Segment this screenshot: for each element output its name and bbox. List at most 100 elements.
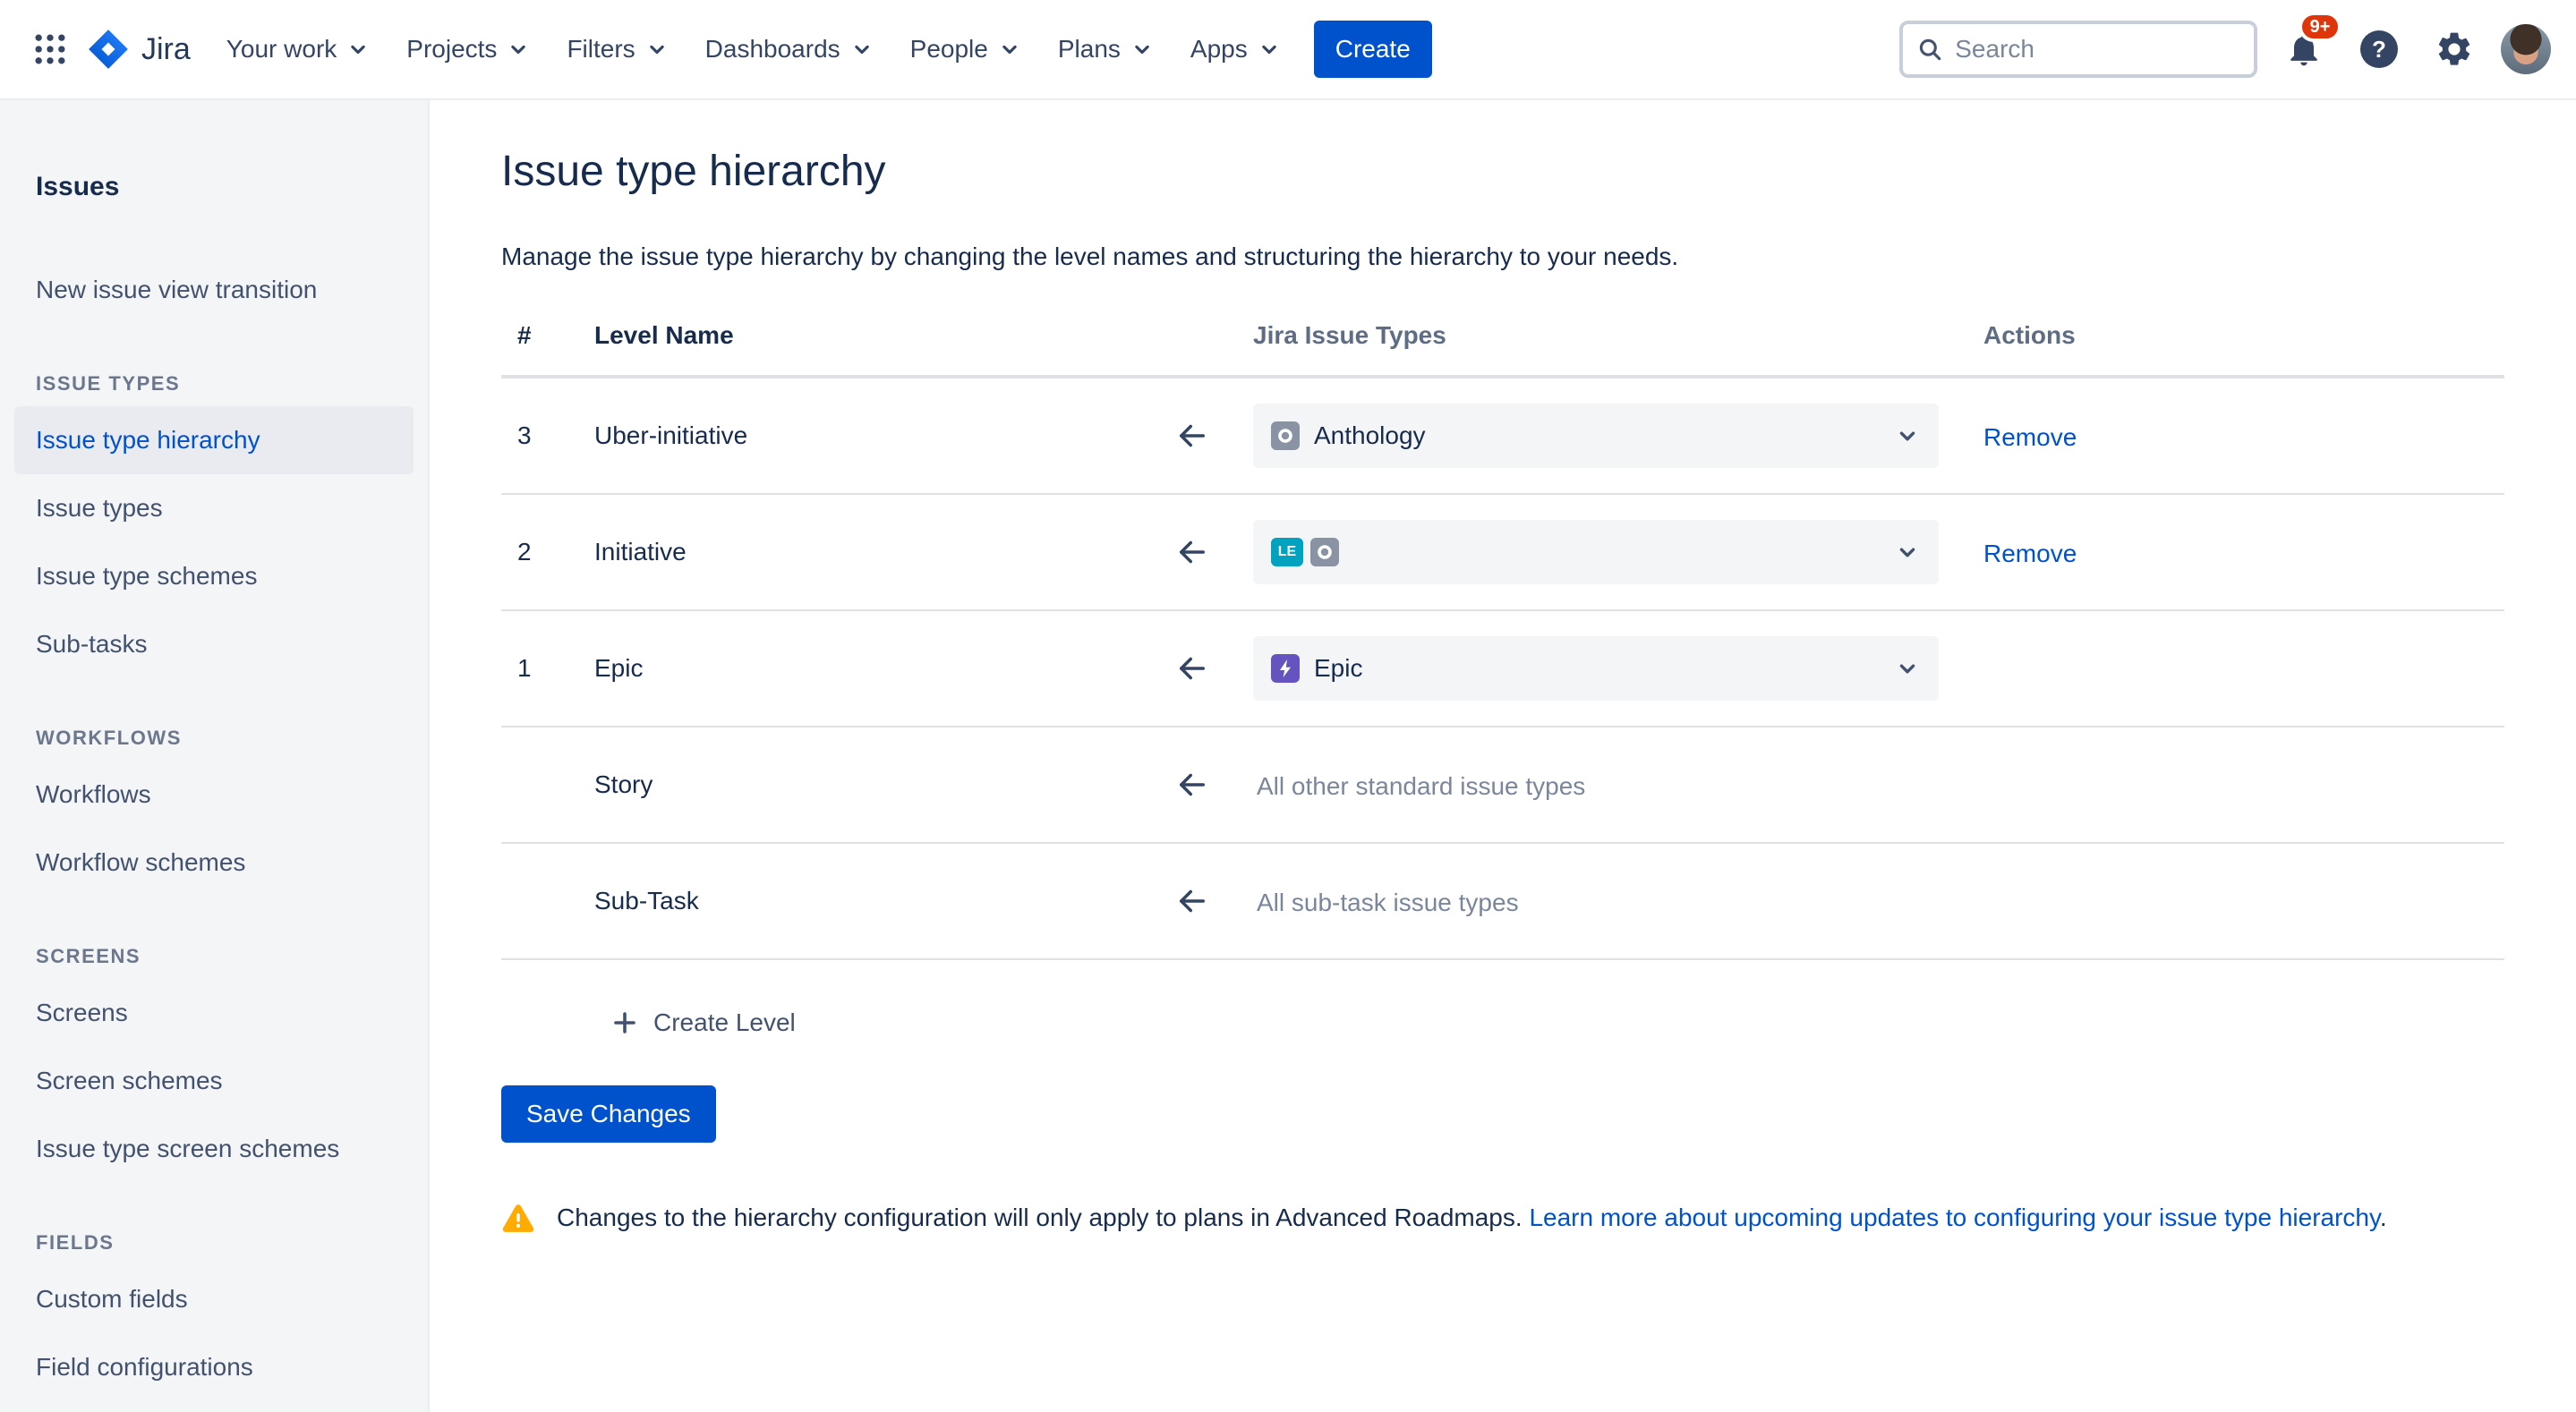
table-row: Sub-Task All sub-task issue types xyxy=(501,844,2504,960)
table-row: 2 Initiative LE Remove xyxy=(501,495,2504,611)
col-header-level-name: Level Name xyxy=(594,321,1131,350)
table-row: 1 Epic Epic xyxy=(501,611,2504,727)
page-description: Manage the issue type hierarchy by chang… xyxy=(501,242,2504,271)
sidebar-section-workflows: WORKFLOWS xyxy=(0,703,428,761)
generic-issue-type-icon xyxy=(1310,538,1339,566)
actions-cell: Remove xyxy=(1978,536,2504,569)
nav-item-your-work[interactable]: Your work xyxy=(209,24,388,74)
gear-icon xyxy=(2435,30,2474,69)
remove-button[interactable]: Remove xyxy=(1983,540,2077,567)
issue-types-static-text: All other standard issue types xyxy=(1253,772,1585,800)
jira-logo-icon xyxy=(86,27,131,72)
chevron-down-icon xyxy=(1894,655,1921,682)
arrow-cell xyxy=(1131,417,1253,455)
nav-item-label: Apps xyxy=(1190,35,1248,64)
nav-item-label: People xyxy=(910,35,988,64)
grid-icon xyxy=(30,30,70,69)
issue-types-select[interactable]: Epic xyxy=(1253,636,1939,701)
primary-nav: Your work Projects Filters Dashboards Pe… xyxy=(209,21,1432,78)
search-icon xyxy=(1917,35,1942,64)
issue-types-cell: Anthology xyxy=(1253,404,1978,468)
level-number: 1 xyxy=(501,654,594,683)
main-content: Issue type hierarchy Manage the issue ty… xyxy=(430,100,2576,1236)
sidebar-item-workflow-schemes[interactable]: Workflow schemes xyxy=(14,829,414,897)
sidebar-section-issue-types: ISSUE TYPES xyxy=(0,349,428,406)
table-header-row: # Level Name Jira Issue Types Actions xyxy=(501,321,2504,379)
settings-sidebar: Issues New issue view transition ISSUE T… xyxy=(0,100,430,1412)
epic-icon xyxy=(1271,654,1300,683)
generic-issue-type-icon xyxy=(1271,421,1300,450)
sidebar-item-custom-fields[interactable]: Custom fields xyxy=(14,1265,414,1333)
left-arrow-icon xyxy=(1173,417,1211,455)
save-changes-button[interactable]: Save Changes xyxy=(501,1085,716,1143)
nav-item-projects[interactable]: Projects xyxy=(388,24,549,74)
avatar[interactable] xyxy=(2501,24,2551,74)
create-level-button[interactable]: Create Level xyxy=(612,989,796,1057)
sidebar-item-issue-types[interactable]: Issue types xyxy=(14,474,414,542)
issue-types-cell: Epic xyxy=(1253,636,1978,701)
sidebar-item-issue-type-hierarchy[interactable]: Issue type hierarchy xyxy=(14,406,414,474)
jira-logo[interactable]: Jira xyxy=(86,27,191,72)
jira-settings-page: Jira Your work Projects Filters Dashboar… xyxy=(0,0,2576,1412)
selected-type-badges: LE xyxy=(1271,538,1339,566)
level-number: 3 xyxy=(501,421,594,450)
table-row: Story All other standard issue types xyxy=(501,727,2504,844)
remove-button[interactable]: Remove xyxy=(1983,423,2077,451)
sidebar-item-field-configurations[interactable]: Field configurations xyxy=(14,1333,414,1401)
sidebar-item-workflows[interactable]: Workflows xyxy=(14,761,414,829)
nav-item-plans[interactable]: Plans xyxy=(1040,24,1173,74)
learn-more-link[interactable]: Learn more about upcoming updates to con… xyxy=(1529,1204,2379,1231)
le-type-badge: LE xyxy=(1271,538,1303,566)
arrow-cell xyxy=(1131,766,1253,804)
nav-item-label: Filters xyxy=(567,35,635,64)
sidebar-item-sub-tasks[interactable]: Sub-tasks xyxy=(14,610,414,678)
level-name: Initiative xyxy=(594,538,1131,566)
hierarchy-table: # Level Name Jira Issue Types Actions 3 … xyxy=(501,321,2504,960)
chevron-down-icon xyxy=(997,37,1022,62)
help-button[interactable] xyxy=(2350,21,2408,78)
settings-button[interactable] xyxy=(2426,21,2483,78)
chevron-down-icon xyxy=(1257,37,1282,62)
issue-types-cell: All other standard issue types xyxy=(1253,769,1978,802)
sidebar-section-fields: FIELDS xyxy=(0,1208,428,1265)
nav-item-label: Projects xyxy=(406,35,497,64)
nav-item-people[interactable]: People xyxy=(892,24,1040,74)
sidebar-item-new-issue-view-transition[interactable]: New issue view transition xyxy=(14,256,414,324)
plus-icon xyxy=(612,1010,637,1035)
chevron-down-icon xyxy=(345,37,371,62)
level-number: 2 xyxy=(501,538,594,566)
chevron-down-icon xyxy=(1894,539,1921,566)
chevron-down-icon xyxy=(1130,37,1155,62)
warning-text-block: Changes to the hierarchy configuration w… xyxy=(557,1204,2387,1232)
level-name: Sub-Task xyxy=(594,887,1131,915)
sidebar-item-issue-type-schemes[interactable]: Issue type schemes xyxy=(14,542,414,610)
sidebar-item-screens[interactable]: Screens xyxy=(14,979,414,1047)
create-level-label: Create Level xyxy=(653,1008,796,1037)
actions-cell: Remove xyxy=(1978,420,2504,453)
issue-types-select[interactable]: LE xyxy=(1253,520,1939,584)
warning-note: Changes to the hierarchy configuration w… xyxy=(501,1204,2504,1236)
search-box xyxy=(1899,21,2257,78)
search-input[interactable] xyxy=(1955,35,2239,64)
arrow-cell xyxy=(1131,533,1253,571)
col-header-actions: Actions xyxy=(1978,321,2504,350)
col-header-num: # xyxy=(501,321,594,350)
chevron-down-icon xyxy=(644,37,670,62)
nav-item-label: Your work xyxy=(226,35,337,64)
notifications-button[interactable]: 9+ xyxy=(2275,21,2333,78)
issue-types-cell: LE xyxy=(1253,520,1978,584)
app-switcher-button[interactable] xyxy=(21,21,79,78)
select-value: Anthology xyxy=(1314,421,1426,450)
chevron-down-icon xyxy=(1894,422,1921,449)
chevron-down-icon xyxy=(849,37,874,62)
nav-item-filters[interactable]: Filters xyxy=(549,24,687,74)
issue-types-select[interactable]: Anthology xyxy=(1253,404,1939,468)
sidebar-item-screen-schemes[interactable]: Screen schemes xyxy=(14,1047,414,1115)
nav-item-apps[interactable]: Apps xyxy=(1173,24,1300,74)
left-arrow-icon xyxy=(1173,766,1211,804)
nav-item-dashboards[interactable]: Dashboards xyxy=(687,24,892,74)
sidebar-item-issue-type-screen-schemes[interactable]: Issue type screen schemes xyxy=(14,1115,414,1183)
create-button[interactable]: Create xyxy=(1314,21,1432,78)
left-arrow-icon xyxy=(1173,882,1211,920)
table-row: 3 Uber-initiative Anthology Remove xyxy=(501,379,2504,495)
